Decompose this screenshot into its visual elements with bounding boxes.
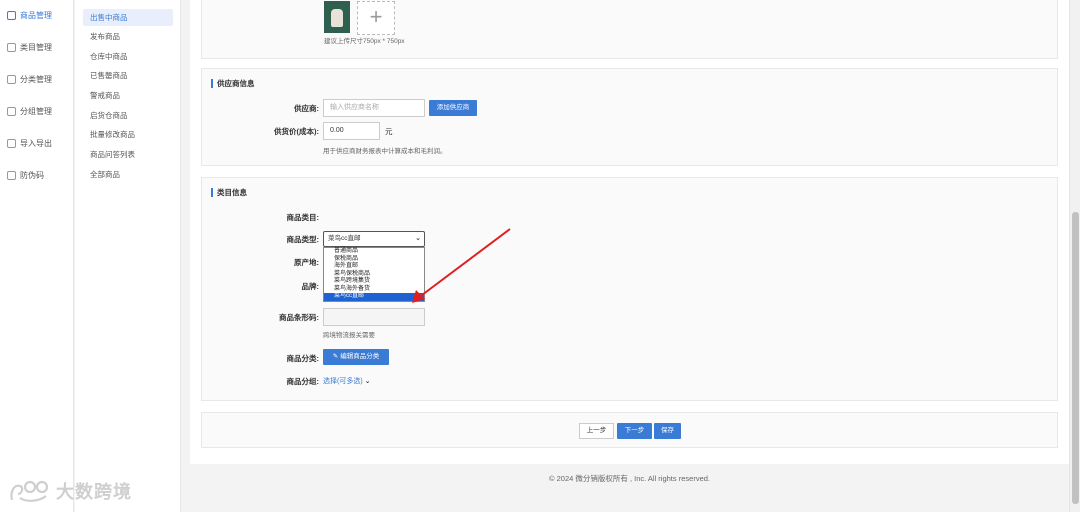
supply-price-label: 供货价(成本): [274, 127, 319, 136]
nav-group-management[interactable]: 分组管理 [0, 100, 74, 122]
supply-price-input[interactable]: 0.00 [323, 122, 380, 140]
nav-goods-management[interactable]: 商品管理 [0, 4, 74, 26]
nav-classify-management-label: 分类管理 [20, 74, 52, 84]
nav-category-management-label: 类目管理 [20, 42, 52, 52]
group-select-link[interactable]: 选择(可多选) ⌄ [323, 376, 371, 386]
prev-step-button[interactable]: 上一步 [579, 423, 614, 439]
group-select-link-label: 选择(可多选) [323, 378, 363, 385]
category-label: 商品类目: [286, 213, 320, 222]
nav-import-export[interactable]: 导入导出 [0, 132, 74, 154]
subnav-all-goods[interactable]: 全部商品 [83, 166, 173, 183]
nav-anticounterfeit[interactable]: 防伪码 [0, 164, 74, 186]
subnav-publish[interactable]: 发布商品 [83, 28, 173, 45]
nav-group-management-label: 分组管理 [20, 106, 52, 116]
nav-classify-management[interactable]: 分类管理 [0, 68, 74, 90]
nav-goods-management-label: 商品管理 [20, 10, 52, 20]
watermark-logo: 大数跨境 [8, 478, 132, 504]
anticounterfeit-icon [7, 170, 16, 180]
save-button[interactable]: 保存 [654, 423, 681, 439]
supplier-panel: 供应商信息 供应商: 输入供应商名称 添加供应商 供货价(成本): 0.00 元… [201, 68, 1058, 166]
edit-icon: ✎ [332, 353, 339, 360]
supplier-section-title: 供应商信息 [211, 79, 255, 88]
group-label: 商品分组: [286, 377, 320, 386]
edit-classify-label: 编辑商品分类 [340, 353, 380, 360]
edit-classify-button[interactable]: ✎ 编辑商品分类 [323, 349, 389, 365]
type-option-selected[interactable]: 菜鸟cc直邮 [324, 293, 424, 301]
subnav-alert[interactable]: 警戒商品 [83, 87, 173, 104]
image-panel: + 建议上传尺寸750px * 750px [201, 0, 1058, 59]
type-option[interactable]: 普通商品 [324, 248, 424, 256]
classify-label: 商品分类: [286, 354, 320, 363]
barcode-label: 商品条形码: [279, 313, 319, 322]
subnav-sold-out[interactable]: 已售罄商品 [83, 67, 173, 84]
subnav-stock-warehouse[interactable]: 启货仓商品 [83, 107, 173, 124]
copyright-text: © 2024 微分销版权所有 , Inc. All rights reserve… [549, 474, 710, 483]
nav-import-export-label: 导入导出 [20, 138, 52, 148]
barcode-input[interactable] [323, 308, 425, 326]
nav-anticounterfeit-label: 防伪码 [20, 170, 44, 180]
subnav-warehouse[interactable]: 仓库中商品 [83, 48, 173, 65]
scrollbar-thumb[interactable] [1072, 212, 1079, 504]
goods-icon [7, 10, 16, 20]
nav-category-management[interactable]: 类目管理 [0, 36, 74, 58]
price-unit: 元 [385, 127, 393, 136]
supplier-input[interactable]: 输入供应商名称 [323, 99, 425, 117]
type-option[interactable]: 保税商品 [324, 256, 424, 264]
next-step-button[interactable]: 下一步 [617, 423, 652, 439]
subnav-qa-list[interactable]: 商品问答列表 [83, 146, 173, 163]
image-size-hint: 建议上传尺寸750px * 750px [324, 38, 405, 45]
supplier-label: 供应商: [294, 104, 319, 113]
brand-label: 品牌: [301, 282, 320, 291]
add-image-button[interactable]: + [357, 1, 395, 35]
page-footer: © 2024 微分销版权所有 , Inc. All rights reserve… [190, 464, 1069, 512]
origin-label: 原产地: [294, 258, 319, 267]
action-panel: 上一步 下一步 保存 [201, 412, 1058, 448]
add-supplier-button[interactable]: 添加供应商 [429, 100, 477, 116]
type-option[interactable]: 菜鸟海外备货 [324, 286, 424, 294]
category-panel: 类目信息 商品类目: 商品类型: 菜鸟cc直邮 ⌄ 原产地: 品牌: 商品条形码… [201, 177, 1058, 401]
chevron-down-icon: ⌄ [364, 378, 371, 385]
import-export-icon [7, 138, 16, 148]
watermark-icon [10, 480, 49, 502]
page-scrollbar[interactable] [1069, 0, 1080, 512]
category-icon [7, 42, 16, 52]
primary-sidebar: 商品管理 类目管理 分类管理 分组管理 导入导出 防伪码 [0, 0, 74, 512]
main-content: + 建议上传尺寸750px * 750px 供应商信息 供应商: 输入供应商名称… [190, 0, 1069, 464]
subnav-batch-edit[interactable]: 批量修改商品 [83, 126, 173, 143]
secondary-sidebar: 出售中商品 发布商品 仓库中商品 已售罄商品 警戒商品 启货仓商品 批量修改商品… [75, 0, 181, 512]
chevron-down-icon: ⌄ [415, 235, 421, 242]
product-image-thumbnail[interactable] [324, 1, 350, 33]
watermark-text: 大数跨境 [56, 482, 132, 502]
group-icon [7, 106, 16, 116]
supply-price-hint: 用于供应商财务报表中计算成本和毛利润。 [323, 148, 447, 155]
type-option[interactable]: 菜鸟保税商品 [324, 271, 424, 279]
barcode-hint: 跨境物流报关需要 [323, 332, 375, 339]
category-section-title: 类目信息 [211, 188, 247, 197]
type-label: 商品类型: [286, 235, 320, 244]
classify-icon [7, 74, 16, 84]
type-select[interactable]: 菜鸟cc直邮 ⌄ [323, 231, 425, 247]
type-option[interactable]: 海外直邮 [324, 263, 424, 271]
subnav-on-sale[interactable]: 出售中商品 [83, 9, 173, 26]
type-select-value: 菜鸟cc直邮 [328, 235, 361, 242]
type-dropdown-list: 普通商品 保税商品 海外直邮 菜鸟保税商品 菜鸟跨境集货 菜鸟海外备货 菜鸟cc… [323, 247, 425, 302]
type-option[interactable]: 菜鸟跨境集货 [324, 278, 424, 286]
